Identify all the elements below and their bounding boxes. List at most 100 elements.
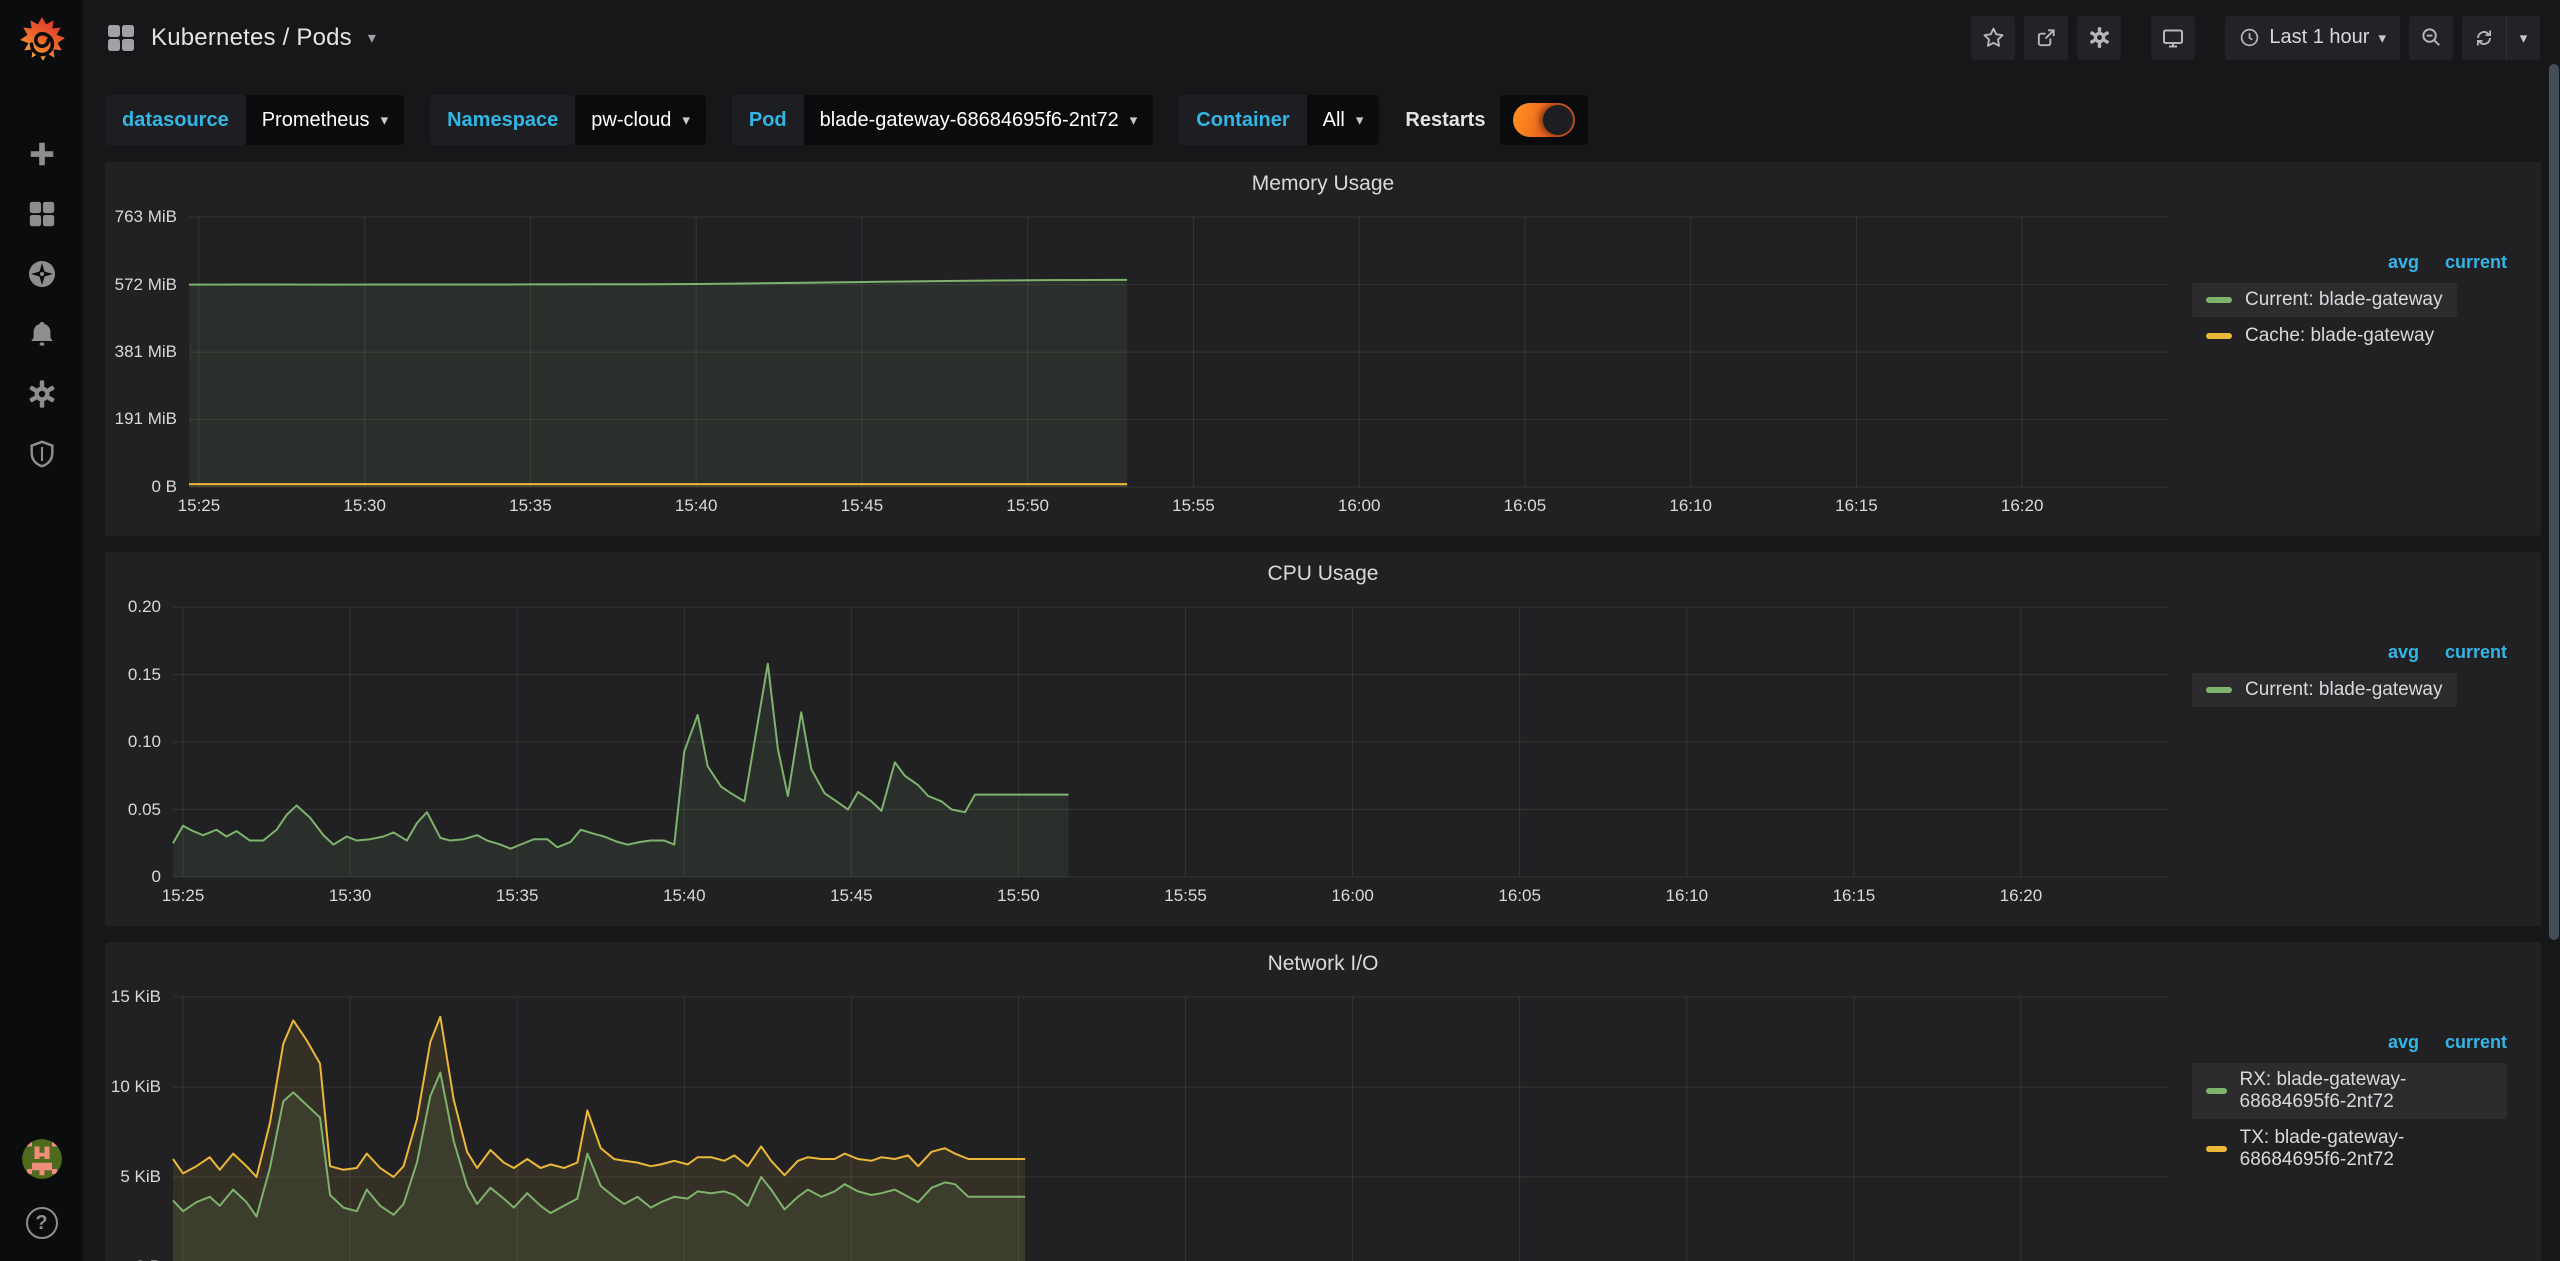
legend-sort-avg[interactable]: avg	[2388, 252, 2419, 273]
legend-series-label: RX: blade-gateway-68684695f6-2nt72	[2240, 1069, 2493, 1113]
y-tick-label: 15 KiB	[111, 987, 161, 1007]
variable-value: Prometheus	[262, 109, 370, 132]
clock-icon	[2239, 27, 2260, 48]
bell-icon	[27, 319, 57, 349]
y-tick-label: 381 MiB	[115, 342, 177, 362]
legend-swatch	[2206, 1088, 2227, 1094]
sidebar-item-explore[interactable]	[26, 258, 58, 290]
x-tick-label: 15:25	[162, 886, 205, 906]
y-tick-label: 763 MiB	[115, 207, 177, 227]
variable-label: Pod	[732, 95, 804, 145]
page-scrollbar[interactable]	[2549, 64, 2559, 940]
dashboards-grid-icon	[27, 199, 57, 229]
plot-svg	[173, 997, 2168, 1261]
y-tick-label: 0.10	[128, 732, 161, 752]
title-caret-icon[interactable]: ▾	[368, 28, 376, 48]
legend-swatch	[2206, 1146, 2227, 1152]
shield-icon	[27, 439, 57, 469]
y-tick-label: 0	[152, 867, 161, 887]
restarts-toggle[interactable]	[1500, 95, 1588, 145]
y-tick-label: 0.05	[128, 800, 161, 820]
share-dashboard-button[interactable]	[2024, 16, 2068, 60]
time-range-picker[interactable]: Last 1 hour ▾	[2225, 16, 2400, 60]
legend-series-label: TX: blade-gateway-68684695f6-2nt72	[2240, 1127, 2493, 1171]
panel-title[interactable]: Network I/O	[105, 942, 2541, 982]
dashboard-navbar: Kubernetes / Pods ▾	[83, 0, 2560, 75]
x-tick-label: 15:50	[997, 886, 1040, 906]
legend-sort-current[interactable]: current	[2445, 1032, 2507, 1053]
zoom-out-time-range-button[interactable]	[2409, 16, 2453, 60]
sidebar-item-alerting[interactable]	[26, 318, 58, 350]
grafana-logo[interactable]	[0, 0, 83, 80]
panel-legend: avg current Current: blade-gateway	[2168, 592, 2541, 877]
x-tick-label: 15:40	[663, 886, 706, 906]
gear-icon	[2088, 26, 2111, 49]
refresh-interval-caret-button[interactable]: ▾	[2506, 16, 2540, 60]
x-tick-label: 16:05	[1498, 886, 1541, 906]
legend-items: RX: blade-gateway-68684695f6-2nt72 TX: bl…	[2192, 1061, 2507, 1177]
namespace-dropdown[interactable]: pw-cloud ▾	[575, 95, 706, 145]
legend-sort-avg[interactable]: avg	[2388, 1032, 2419, 1053]
x-tick-label: 15:45	[830, 886, 873, 906]
y-axis: 0 B191 MiB381 MiB572 MiB763 MiB	[82, 217, 177, 487]
toggle-knob	[1543, 105, 1573, 135]
dashboard-title[interactable]: Kubernetes / Pods	[151, 24, 352, 52]
mark-favorite-button[interactable]	[1971, 16, 2015, 60]
refresh-icon	[2473, 27, 2495, 49]
variable-datasource: datasource Prometheus ▾	[105, 95, 404, 145]
legend-sort-current[interactable]: current	[2445, 252, 2507, 273]
legend-item[interactable]: Current: blade-gateway	[2192, 283, 2457, 317]
datasource-dropdown[interactable]: Prometheus ▾	[246, 95, 404, 145]
dashboard-grid-icon	[105, 22, 137, 54]
sidebar-item-configuration[interactable]	[26, 378, 58, 410]
panel-title[interactable]: CPU Usage	[105, 552, 2541, 592]
legend-column-headers: avg current	[2192, 642, 2507, 663]
variable-value: blade-gateway-68684695f6-2nt72	[820, 109, 1119, 132]
legend-items: Current: blade-gateway Cache: blade-gatew…	[2192, 281, 2507, 353]
x-tick-label: 15:55	[1172, 496, 1215, 516]
x-tick-label: 15:55	[1164, 886, 1207, 906]
legend-sort-current[interactable]: current	[2445, 642, 2507, 663]
sidebar-item-dashboards[interactable]	[26, 198, 58, 230]
y-tick-label: 191 MiB	[115, 409, 177, 429]
cycle-view-mode-button[interactable]	[2151, 16, 2195, 60]
panel-title[interactable]: Memory Usage	[105, 162, 2541, 202]
legend-item[interactable]: RX: blade-gateway-68684695f6-2nt72	[2192, 1063, 2507, 1119]
chevron-down-icon: ▾	[2378, 29, 2386, 47]
x-tick-label: 15:25	[178, 496, 221, 516]
dashboard-settings-button[interactable]	[2077, 16, 2121, 60]
chevron-down-icon: ▾	[682, 111, 690, 129]
variable-label: Restarts	[1405, 95, 1500, 145]
x-tick-label: 16:00	[1338, 496, 1381, 516]
panel-network-io: Network I/O 0 B5 KiB10 KiB15 KiB 15:2515…	[105, 942, 2541, 1261]
x-tick-label: 15:30	[329, 886, 372, 906]
sidebar-item-create[interactable]	[26, 138, 58, 170]
x-tick-label: 15:35	[509, 496, 552, 516]
variable-value: All	[1323, 109, 1345, 132]
pod-dropdown[interactable]: blade-gateway-68684695f6-2nt72 ▾	[804, 95, 1154, 145]
panel-memory-usage: Memory Usage 0 B191 MiB381 MiB572 MiB763…	[105, 162, 2541, 536]
legend-item[interactable]: TX: blade-gateway-68684695f6-2nt72	[2192, 1121, 2507, 1177]
template-variables-row: datasource Prometheus ▾ Namespace pw-clo…	[83, 75, 2560, 145]
legend-sort-avg[interactable]: avg	[2388, 642, 2419, 663]
legend-series-label: Current: blade-gateway	[2245, 289, 2443, 311]
plot-area[interactable]: 0 B191 MiB381 MiB572 MiB763 MiB 15:2515:…	[189, 217, 2168, 487]
grafana-flame-icon	[17, 15, 67, 65]
legend-column-headers: avg current	[2192, 252, 2507, 273]
legend-item[interactable]: Cache: blade-gateway	[2192, 319, 2448, 353]
side-menu: ?	[0, 0, 83, 1261]
refresh-dashboard-button[interactable]	[2462, 16, 2506, 60]
help-icon[interactable]: ?	[26, 1207, 58, 1239]
user-avatar[interactable]	[22, 1139, 62, 1179]
plot-area[interactable]: 00.050.100.150.20 15:2515:3015:3515:4015…	[173, 607, 2168, 877]
x-tick-label: 16:15	[1835, 496, 1878, 516]
variable-pod: Pod blade-gateway-68684695f6-2nt72 ▾	[732, 95, 1153, 145]
chevron-down-icon: ▾	[2520, 29, 2528, 47]
legend-item[interactable]: Current: blade-gateway	[2192, 673, 2457, 707]
variable-label: Namespace	[430, 95, 575, 145]
plot-area[interactable]: 0 B5 KiB10 KiB15 KiB 15:2515:3015:3515:4…	[173, 997, 2168, 1261]
y-tick-label: 10 KiB	[111, 1077, 161, 1097]
avatar-pixel-image	[22, 1139, 62, 1179]
sidebar-item-server-admin[interactable]	[26, 438, 58, 470]
container-dropdown[interactable]: All ▾	[1307, 95, 1380, 145]
